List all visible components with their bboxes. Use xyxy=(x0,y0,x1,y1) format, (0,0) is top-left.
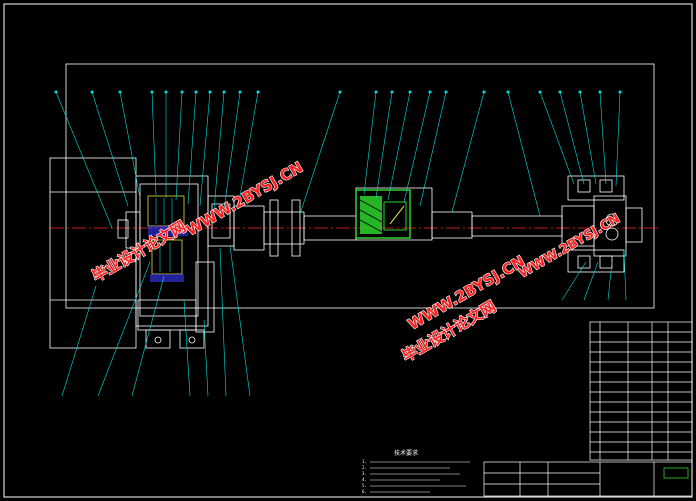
watermark-site-3: WWW.2BYSJ.CN xyxy=(517,211,623,281)
note-line-5: 5. xyxy=(362,483,367,488)
notes-text-lines xyxy=(370,461,470,493)
notes-list: 1. 2. 3. 4. 5. 6. xyxy=(362,459,367,494)
ball-nut xyxy=(355,189,411,239)
outer-border xyxy=(3,3,693,498)
note-line-2: 2. xyxy=(362,465,367,470)
leader-lines-top xyxy=(55,91,621,229)
housing-base xyxy=(137,261,215,333)
title-block-accent xyxy=(663,467,689,479)
note-line-1: 1. xyxy=(362,459,367,464)
inner-frame xyxy=(65,63,655,309)
note-line-4: 4. xyxy=(362,477,367,482)
leader-dots-top xyxy=(54,90,622,94)
title-block xyxy=(483,321,693,497)
note-line-6: 6. xyxy=(362,489,367,494)
note-line-3: 3. xyxy=(362,471,367,476)
notes-title: 技术要求 xyxy=(394,449,418,457)
assembly-drawing: 技术要求 1. 2. 3. 4. 5. 6. WWW.2BYSJ.CN 毕业设计… xyxy=(3,3,693,498)
